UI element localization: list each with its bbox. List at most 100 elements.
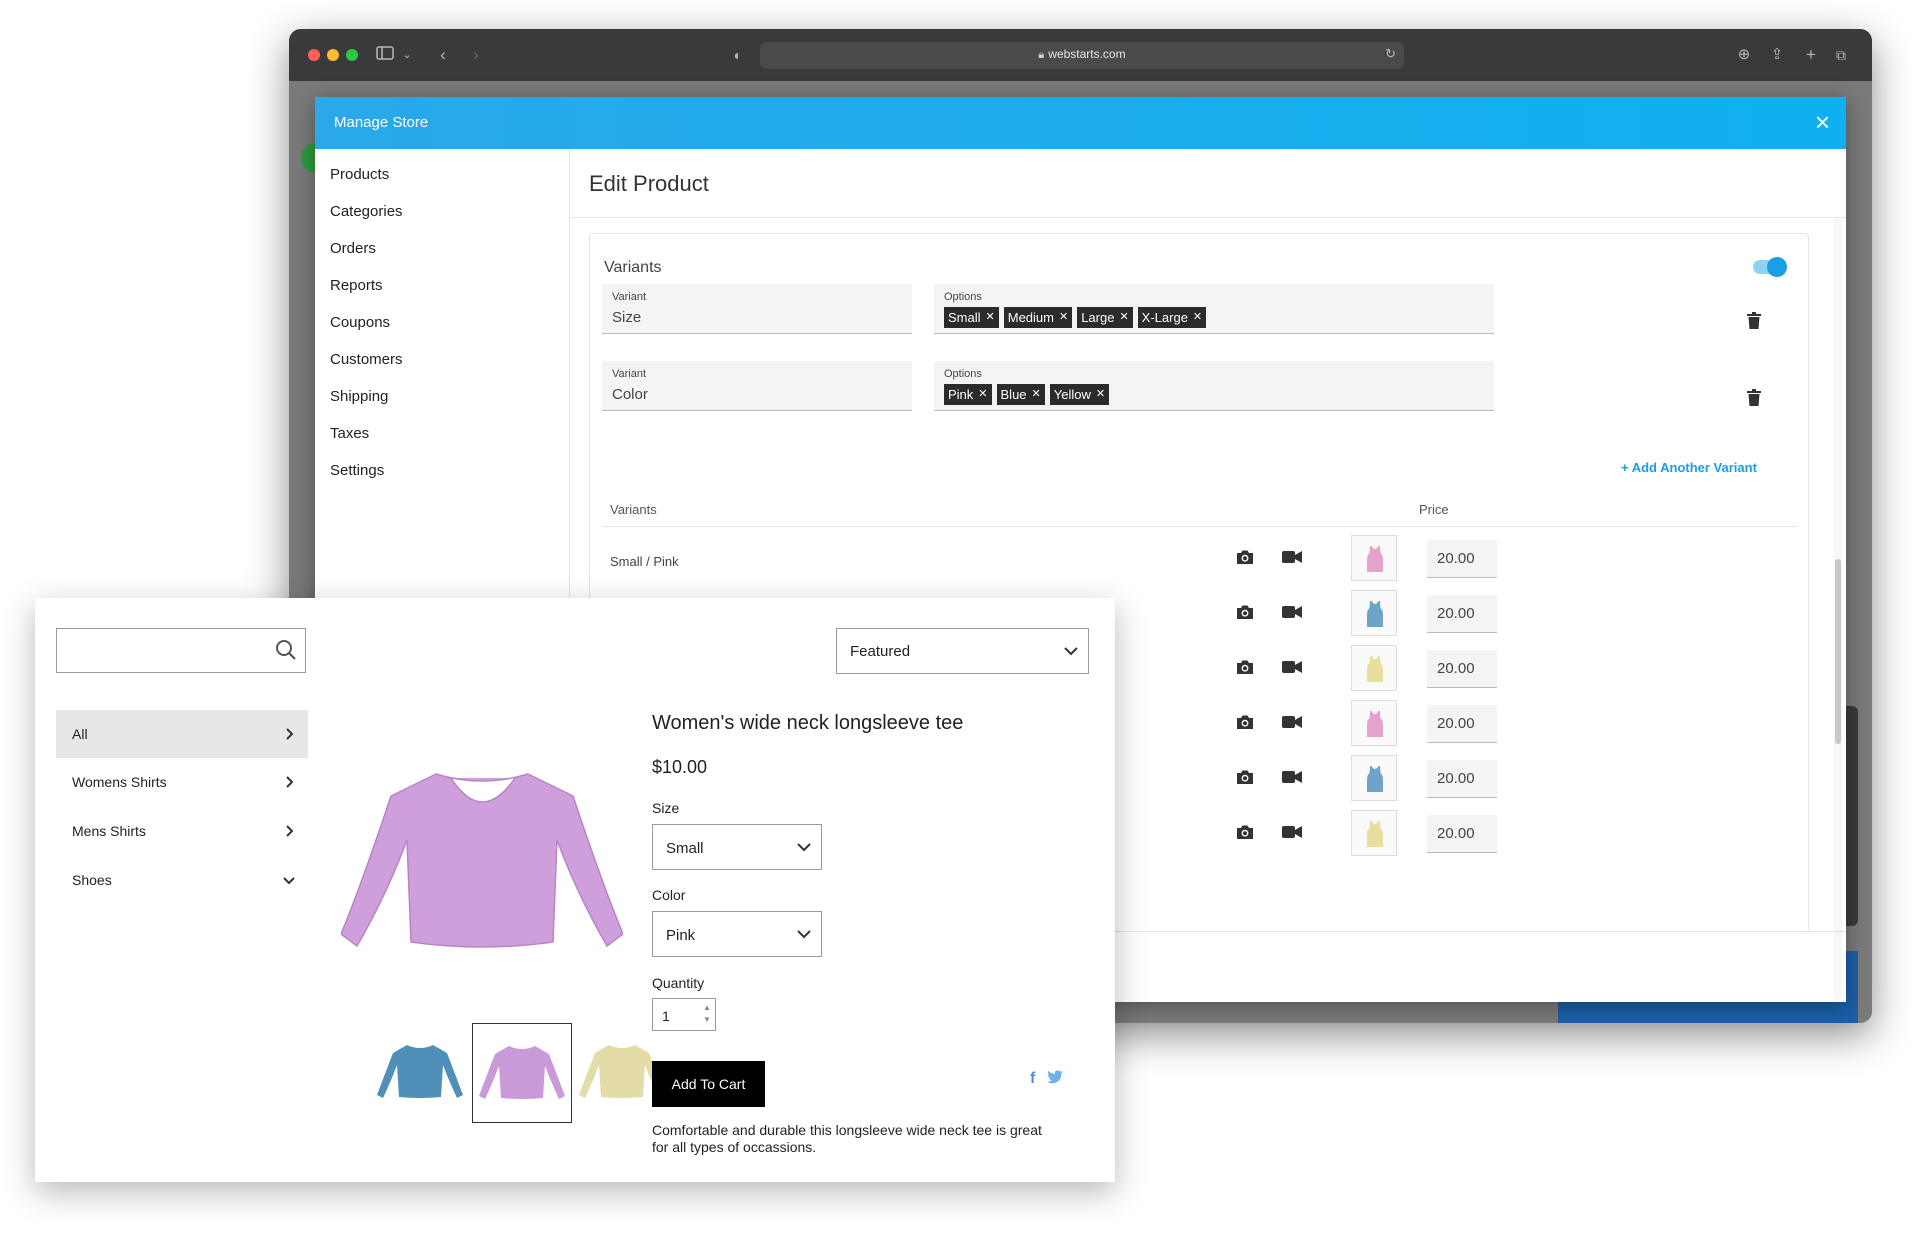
tank-top-icon (1367, 546, 1383, 572)
price-input[interactable]: 20.00 (1427, 760, 1497, 798)
minimize-window-button[interactable] (327, 49, 339, 61)
storefront-panel: Featured All Womens Shirts Mens Shirts S… (35, 598, 1115, 1182)
gallery-thumb-pink[interactable] (472, 1023, 572, 1123)
variants-toggle[interactable] (1753, 257, 1787, 277)
price-input[interactable]: 20.00 (1427, 595, 1497, 633)
variant-row-label: Small / Pink (610, 554, 679, 569)
remove-tag-icon[interactable]: ✕ (978, 384, 987, 405)
add-variant-button[interactable]: + Add Another Variant (1621, 460, 1757, 475)
address-bar[interactable]: 🔒︎ webstarts.com ↻ (760, 42, 1404, 69)
video-icon[interactable] (1282, 550, 1302, 564)
remove-tag-icon[interactable]: ✕ (1032, 384, 1041, 405)
price-input[interactable]: 20.00 (1427, 815, 1497, 853)
variant-image-thumb[interactable] (1351, 590, 1397, 636)
price-input[interactable]: 20.00 (1427, 650, 1497, 688)
trash-icon[interactable] (1747, 312, 1761, 334)
sidebar-item-orders[interactable]: Orders (330, 240, 376, 257)
close-icon[interactable]: × (1815, 108, 1830, 136)
chevron-right-icon (286, 825, 294, 837)
forward-icon[interactable]: › (464, 43, 488, 67)
page-title: Edit Product (589, 171, 709, 196)
back-icon[interactable]: ‹ (431, 43, 455, 67)
lock-icon: 🔒︎ (1038, 49, 1045, 61)
search-input[interactable] (56, 628, 306, 673)
variant-image-thumb[interactable] (1351, 535, 1397, 581)
reload-icon[interactable]: ↻ (1385, 46, 1396, 62)
camera-icon[interactable] (1236, 659, 1254, 675)
variant-options-field[interactable]: Options Small ✕ Medium ✕ Large ✕ X-Large ✕ (934, 284, 1494, 334)
sidebar-icon[interactable] (373, 43, 397, 67)
sidebar-item-settings[interactable]: Settings (330, 462, 384, 479)
search-icon[interactable] (275, 639, 297, 661)
scrollbar-thumb[interactable] (1835, 559, 1841, 744)
price-input[interactable]: 20.00 (1427, 705, 1497, 743)
remove-tag-icon[interactable]: ✕ (1096, 384, 1105, 405)
sort-select[interactable]: Featured (836, 628, 1089, 674)
stepper-arrows-icon[interactable]: ▲ ▼ (702, 1002, 712, 1026)
chevron-right-icon (286, 728, 294, 740)
video-icon[interactable] (1282, 605, 1302, 619)
remove-tag-icon[interactable]: ✕ (1119, 307, 1128, 328)
new-tab-icon[interactable]: + (1799, 43, 1823, 67)
scrollbar[interactable] (1834, 219, 1842, 999)
gallery-thumb-blue[interactable] (371, 1023, 471, 1123)
category-label: Womens Shirts (72, 774, 167, 790)
camera-icon[interactable] (1236, 714, 1254, 730)
color-select[interactable]: Pink (652, 911, 822, 957)
shirt-graphic (341, 773, 623, 948)
price-input[interactable]: 20.00 (1427, 540, 1497, 578)
video-icon[interactable] (1282, 825, 1302, 839)
category-all[interactable]: All (56, 710, 308, 758)
video-icon[interactable] (1282, 770, 1302, 784)
remove-tag-icon[interactable]: ✕ (1059, 307, 1068, 328)
sidebar-item-customers[interactable]: Customers (330, 351, 403, 368)
video-icon[interactable] (1282, 715, 1302, 729)
camera-icon[interactable] (1236, 824, 1254, 840)
variant-image-thumb[interactable] (1351, 645, 1397, 691)
toggle-knob (1767, 257, 1787, 277)
chevron-down-icon (1064, 647, 1078, 656)
category-mens-shirts[interactable]: Mens Shirts (56, 807, 308, 855)
variant-image-thumb[interactable] (1351, 700, 1397, 746)
sidebar-item-categories[interactable]: Categories (330, 203, 403, 220)
download-icon[interactable]: ⊕ (1732, 43, 1756, 67)
close-window-button[interactable] (308, 49, 320, 61)
sidebar-item-reports[interactable]: Reports (330, 277, 383, 294)
camera-icon[interactable] (1236, 769, 1254, 785)
category-womens-shirts[interactable]: Womens Shirts (56, 758, 308, 806)
trash-icon[interactable] (1747, 389, 1761, 411)
camera-icon[interactable] (1236, 604, 1254, 620)
column-header-variants: Variants (610, 502, 657, 517)
twitter-icon[interactable] (1047, 1070, 1063, 1087)
price-value: 20.00 (1437, 660, 1475, 677)
sidebar-item-products[interactable]: Products (330, 166, 389, 183)
remove-tag-icon[interactable]: ✕ (986, 307, 995, 328)
quantity-stepper[interactable]: 1 ▲ ▼ (652, 998, 716, 1031)
sidebar-item-coupons[interactable]: Coupons (330, 314, 390, 331)
remove-tag-icon[interactable]: ✕ (1193, 307, 1202, 328)
video-icon[interactable] (1282, 660, 1302, 674)
field-label: Variant (612, 291, 647, 303)
variants-heading: Variants (604, 259, 662, 276)
zoom-window-button[interactable] (346, 49, 358, 61)
sidebar-item-shipping[interactable]: Shipping (330, 388, 388, 405)
shield-icon[interactable]: ◐ (726, 43, 750, 67)
variant-options-field[interactable]: Options Pink ✕ Blue ✕ Yellow ✕ (934, 361, 1494, 411)
chevron-down-icon (797, 930, 811, 939)
variant-image-thumb[interactable] (1351, 755, 1397, 801)
tabs-icon[interactable]: ⧉ (1829, 43, 1853, 67)
share-icon[interactable]: ⇪ (1765, 43, 1789, 67)
size-select[interactable]: Small (652, 824, 822, 870)
facebook-icon[interactable]: f (1030, 1070, 1035, 1088)
modal-title: Manage Store (334, 114, 429, 131)
chevron-down-icon[interactable]: ⌄ (395, 43, 419, 67)
variant-name-field[interactable]: Variant Color (602, 361, 912, 411)
price-value: 20.00 (1437, 770, 1475, 787)
variant-name-field[interactable]: Variant Size (602, 284, 912, 334)
chevron-right-icon (286, 776, 294, 788)
sidebar-item-taxes[interactable]: Taxes (330, 425, 369, 442)
variant-image-thumb[interactable] (1351, 810, 1397, 856)
add-to-cart-button[interactable]: Add To Cart (652, 1061, 765, 1107)
camera-icon[interactable] (1236, 549, 1254, 565)
category-shoes[interactable]: Shoes (56, 856, 308, 904)
